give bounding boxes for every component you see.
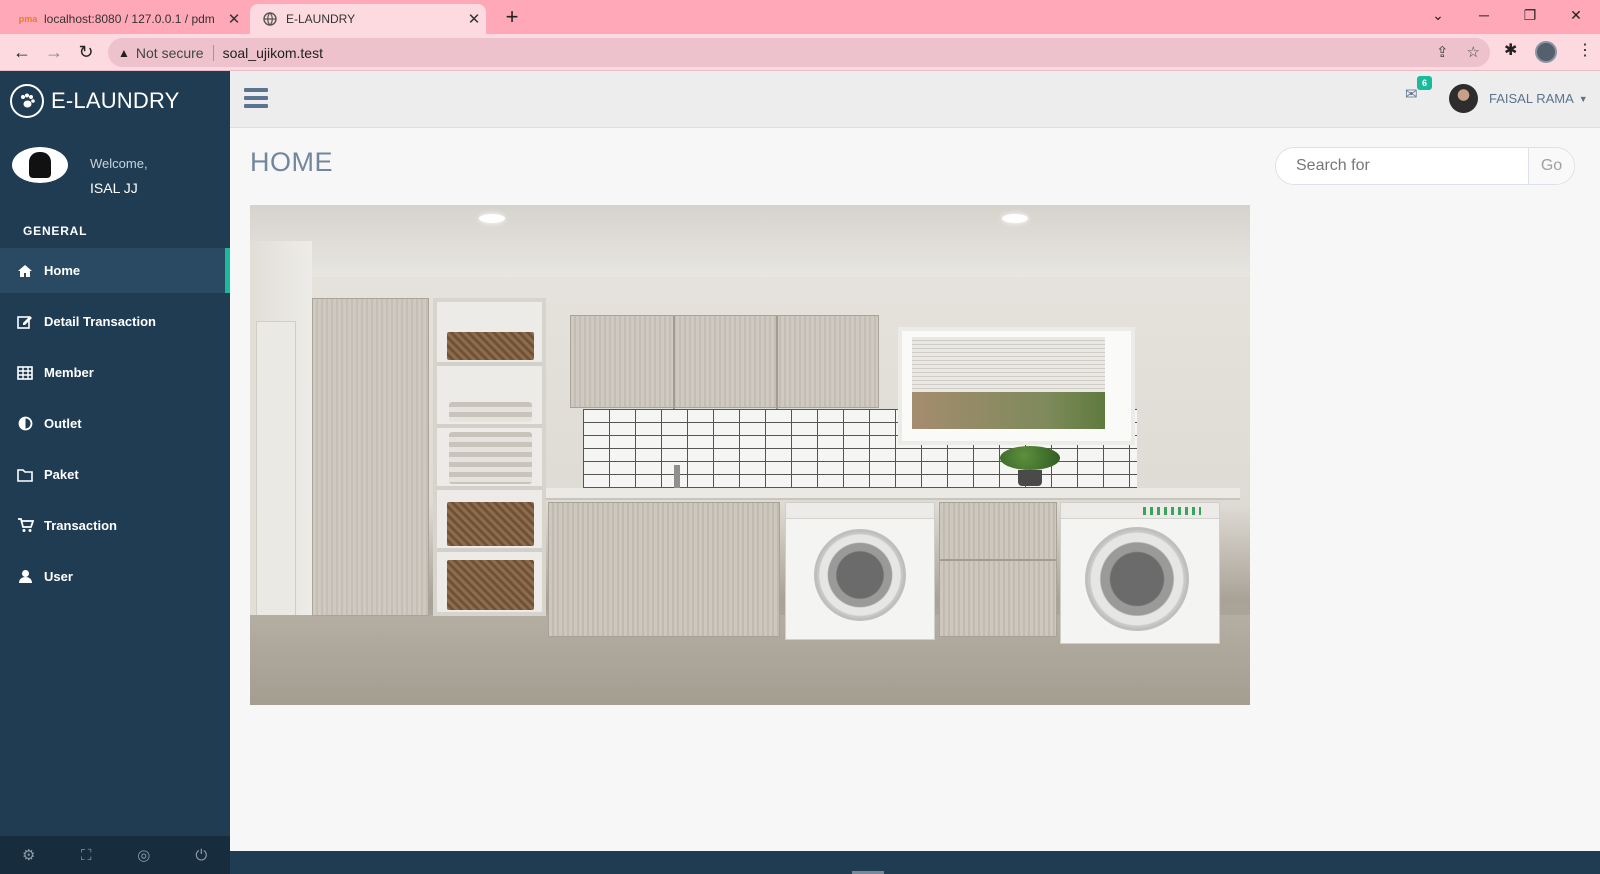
user-profile-dropdown[interactable]: FAISAL RAMA ▼ — [1449, 84, 1588, 113]
browser-tab-elaundry[interactable]: E-LAUNDRY ✕ — [250, 4, 486, 34]
table-icon — [15, 365, 35, 380]
search-go-button[interactable]: Go — [1528, 148, 1574, 184]
bookmark-star-icon[interactable]: ☆ — [1467, 43, 1480, 61]
welcome-text: Welcome, — [90, 156, 148, 171]
sidebar-item-label: Member — [44, 365, 94, 380]
side-menu: Home Detail Transaction Member Outlet Pa… — [0, 248, 230, 605]
tab-title: localhost:8080 / 127.0.0.1 / pdm — [44, 12, 215, 26]
logout-power-icon[interactable]: ⏻ — [173, 836, 231, 874]
minimize-button[interactable]: ─ — [1461, 0, 1507, 30]
close-tab-icon[interactable]: ✕ — [462, 10, 486, 28]
tab-search-icon[interactable]: ⌄ — [1415, 0, 1461, 30]
menu-section-title: GENERAL — [23, 224, 88, 238]
browser-menu-icon[interactable]: ⋮ — [1577, 40, 1593, 60]
edit-icon — [15, 314, 35, 329]
browser-address-bar: ← → ↻ ▲ Not secure soal_ujikom.test ⇪ ☆ … — [0, 34, 1600, 71]
sidebar-item-paket[interactable]: Paket — [0, 452, 230, 497]
extensions-puzzle-icon[interactable]: ✱ — [1504, 40, 1517, 60]
sidebar-item-home[interactable]: Home — [0, 248, 230, 293]
share-icon[interactable]: ⇪ — [1436, 43, 1449, 61]
home-icon — [15, 264, 35, 278]
restore-button[interactable]: ❐ — [1507, 0, 1553, 30]
user-name: FAISAL RAMA — [1489, 91, 1574, 106]
new-tab-button[interactable]: + — [498, 4, 526, 30]
close-tab-icon[interactable]: ✕ — [222, 10, 246, 28]
search-input[interactable] — [1276, 148, 1528, 184]
top-navigation: ✉ 6 FAISAL RAMA ▼ — [230, 71, 1600, 128]
sidebar-item-detail-transaction[interactable]: Detail Transaction — [0, 299, 230, 344]
divider — [212, 44, 214, 61]
tab-title: E-LAUNDRY — [286, 12, 356, 26]
avatar — [1449, 84, 1478, 113]
fullscreen-icon[interactable]: ⛶ — [58, 836, 116, 874]
close-window-button[interactable]: ✕ — [1553, 0, 1599, 30]
footer-bar — [230, 851, 1600, 874]
sidebar: E-LAUNDRY Welcome, ISAL JJ GENERAL Home … — [0, 71, 230, 874]
sidebar-item-label: Transaction — [44, 518, 117, 533]
sidebar-item-label: Outlet — [44, 416, 82, 431]
sidebar-footer: ⚙ ⛶ ◎ ⏻ — [0, 836, 230, 874]
browser-tab-phpmyadmin[interactable]: pma localhost:8080 / 127.0.0.1 / pdm ✕ — [8, 4, 246, 34]
search-group: Go — [1275, 147, 1575, 185]
brand-title: E-LAUNDRY — [51, 88, 180, 113]
back-button[interactable]: ← — [8, 39, 36, 65]
sidebar-item-label: Detail Transaction — [44, 314, 156, 329]
folder-icon — [15, 468, 35, 482]
notification-badge: 6 — [1417, 76, 1433, 90]
user-icon — [15, 569, 35, 584]
forward-button[interactable]: → — [40, 39, 68, 65]
url-text[interactable]: soal_ujikom.test — [223, 45, 323, 61]
lock-eye-icon[interactable]: ◎ — [115, 836, 173, 874]
reload-button[interactable]: ↻ — [72, 39, 100, 65]
sidebar-item-transaction[interactable]: Transaction — [0, 503, 230, 548]
envelope-icon[interactable]: ✉ — [1405, 85, 1418, 103]
caret-down-icon: ▼ — [1578, 93, 1588, 104]
globe-icon — [262, 11, 278, 27]
main-content: HOME Go — [230, 128, 1600, 851]
browser-profile-avatar[interactable] — [1535, 41, 1557, 63]
sidebar-item-label: User — [44, 569, 73, 584]
avatar — [12, 147, 68, 183]
profile-username: ISAL JJ — [90, 180, 138, 196]
sidebar-item-user[interactable]: User — [0, 554, 230, 599]
sidebar-item-member[interactable]: Member — [0, 350, 230, 395]
sidebar-item-label: Home — [44, 263, 81, 278]
paw-icon — [10, 84, 44, 118]
brand[interactable]: E-LAUNDRY — [10, 84, 180, 118]
security-label: Not secure — [135, 44, 204, 61]
phpmyadmin-icon: pma — [18, 14, 38, 24]
omnibox[interactable]: ▲ Not secure soal_ujikom.test ⇪ ☆ — [108, 38, 1490, 67]
menu-toggle-icon[interactable] — [244, 88, 268, 108]
laundry-room-image — [250, 205, 1250, 705]
profile-quick-info: Welcome, ISAL JJ — [12, 147, 148, 196]
sidebar-item-label: Paket — [44, 467, 79, 482]
sidebar-item-outlet[interactable]: Outlet — [0, 401, 230, 446]
page-title: HOME — [250, 147, 333, 177]
settings-gear-icon[interactable]: ⚙ — [0, 836, 58, 874]
cart-icon — [15, 518, 35, 533]
adjust-icon — [15, 416, 35, 431]
warning-icon: ▲ — [118, 45, 130, 60]
browser-tab-bar: pma localhost:8080 / 127.0.0.1 / pdm ✕ E… — [0, 0, 1600, 34]
